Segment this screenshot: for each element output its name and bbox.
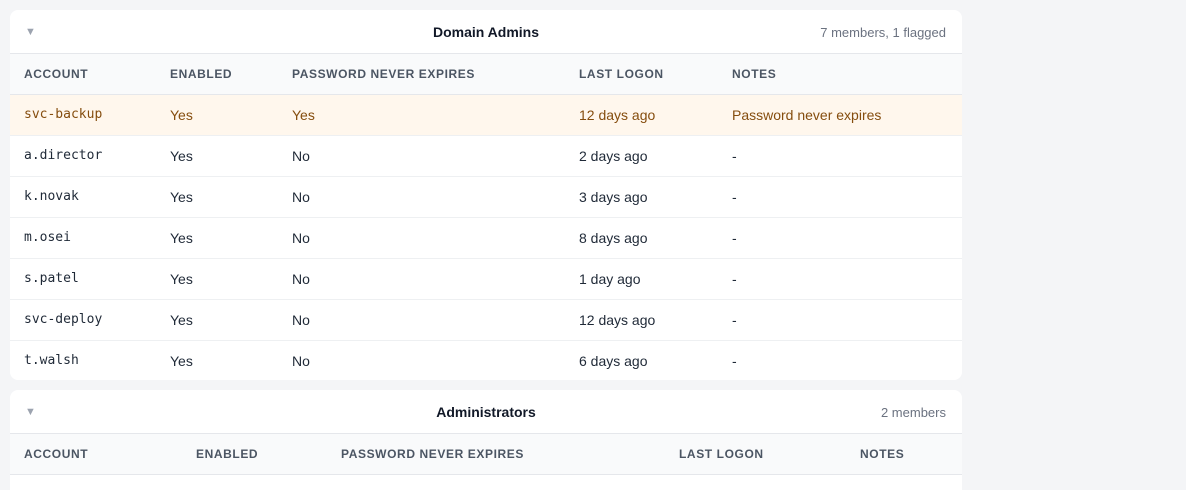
cell-last-logon: 6 days ago: [579, 352, 648, 369]
cell-last-logon: 2 days ago: [565, 135, 718, 177]
cell-notes: Password never expires: [718, 94, 962, 136]
cell-password-never-expires: No: [278, 258, 565, 300]
cell-notes: -: [718, 299, 962, 341]
column-header-enabled[interactable]: ENABLED: [182, 434, 327, 474]
column-header-account[interactable]: ACCOUNT: [10, 434, 182, 474]
column-header-notes[interactable]: NOTES: [846, 434, 962, 474]
cell-last-logon: 8 days ago: [565, 217, 718, 259]
cell-enabled: Yes: [156, 176, 278, 218]
cell-password-never-expires: No: [278, 135, 565, 177]
cell-account: t.walsh: [24, 353, 79, 369]
group-title: Administrators: [436, 404, 536, 420]
table-header-row: ACCOUNT ENABLED PASSWORD NEVER EXPIRES L…: [10, 54, 962, 94]
cell-enabled: Yes: [170, 352, 193, 369]
group-panel-administrators: ▼ Administrators 2 members ACCOUNT ENABL…: [10, 390, 962, 490]
column-header-last-logon[interactable]: LAST LOGON: [565, 54, 718, 94]
column-header-account[interactable]: ACCOUNT: [10, 54, 156, 94]
table-row[interactable]: s.patel Yes No 1 day ago -: [10, 258, 962, 300]
cell-notes: -: [718, 258, 962, 300]
cell-last-logon: 1 day ago: [565, 258, 718, 300]
cell-last-logon: 12 days ago: [565, 94, 718, 136]
column-header-notes[interactable]: NOTES: [718, 54, 962, 94]
group-member-count: 2 members: [880, 405, 946, 420]
table-row-flagged[interactable]: svc-backup Yes Yes 12 days ago Password neve…: [10, 94, 962, 136]
group-member-count: 7 members, 1 flagged: [820, 25, 946, 40]
cell-notes: -: [718, 135, 962, 177]
column-header-password-never-expires[interactable]: PASSWORD NEVER EXPIRES: [327, 434, 665, 474]
group-header[interactable]: ▼ Domain Admins 7 members, 1 flagged: [10, 10, 962, 54]
cell-enabled: Yes: [156, 217, 278, 259]
cell-account: a.director: [10, 135, 156, 177]
cell-enabled: Yes: [156, 299, 278, 341]
cell-last-logon: 12 days ago: [565, 299, 718, 341]
cell-notes: -: [718, 217, 962, 259]
column-header-password-never-expires[interactable]: PASSWORD NEVER EXPIRES: [278, 54, 565, 94]
table-row[interactable]: k.novak Yes No 3 days ago -: [10, 176, 962, 218]
table-row[interactable]: m.osei Yes No 8 days ago -: [10, 217, 962, 259]
cell-password-never-expires: No: [278, 217, 565, 259]
cell-enabled: Yes: [156, 258, 278, 300]
cell-notes: -: [718, 176, 962, 218]
cell-password-never-expires: No: [278, 299, 565, 341]
group-panel-domain-admins: ▼ Domain Admins 7 members, 1 flagged ACC…: [10, 10, 962, 380]
cell-enabled: Yes: [156, 135, 278, 177]
cell-account: s.patel: [10, 258, 156, 300]
members-table: ACCOUNT ENABLED PASSWORD NEVER EXPIRES L…: [10, 434, 962, 475]
table-row[interactable]: t.walsh Yes No 6 days ago -: [10, 340, 962, 380]
cell-notes: -: [732, 352, 737, 369]
cell-last-logon: 3 days ago: [565, 176, 718, 218]
cell-account: svc-deploy: [10, 299, 156, 341]
cell-account: svc-backup: [10, 94, 156, 136]
cell-password-never-expires: No: [292, 352, 310, 369]
table-row[interactable]: a.director Yes No 2 days ago -: [10, 135, 962, 177]
table-header-row: ACCOUNT ENABLED PASSWORD NEVER EXPIRES L…: [10, 434, 962, 474]
cell-account: m.osei: [10, 217, 156, 259]
members-table: ACCOUNT ENABLED PASSWORD NEVER EXPIRES L…: [10, 54, 962, 380]
column-header-enabled[interactable]: ENABLED: [156, 54, 278, 94]
cell-account: k.novak: [10, 176, 156, 218]
group-title: Domain Admins: [432, 24, 540, 40]
cell-enabled: Yes: [156, 94, 278, 136]
column-header-last-logon[interactable]: LAST LOGON: [665, 434, 846, 474]
cell-password-never-expires: No: [278, 176, 565, 218]
cell-password-never-expires: Yes: [278, 94, 565, 136]
table-row[interactable]: svc-deploy Yes No 12 days ago -: [10, 299, 962, 341]
group-header[interactable]: ▼ Administrators 2 members: [10, 390, 962, 434]
